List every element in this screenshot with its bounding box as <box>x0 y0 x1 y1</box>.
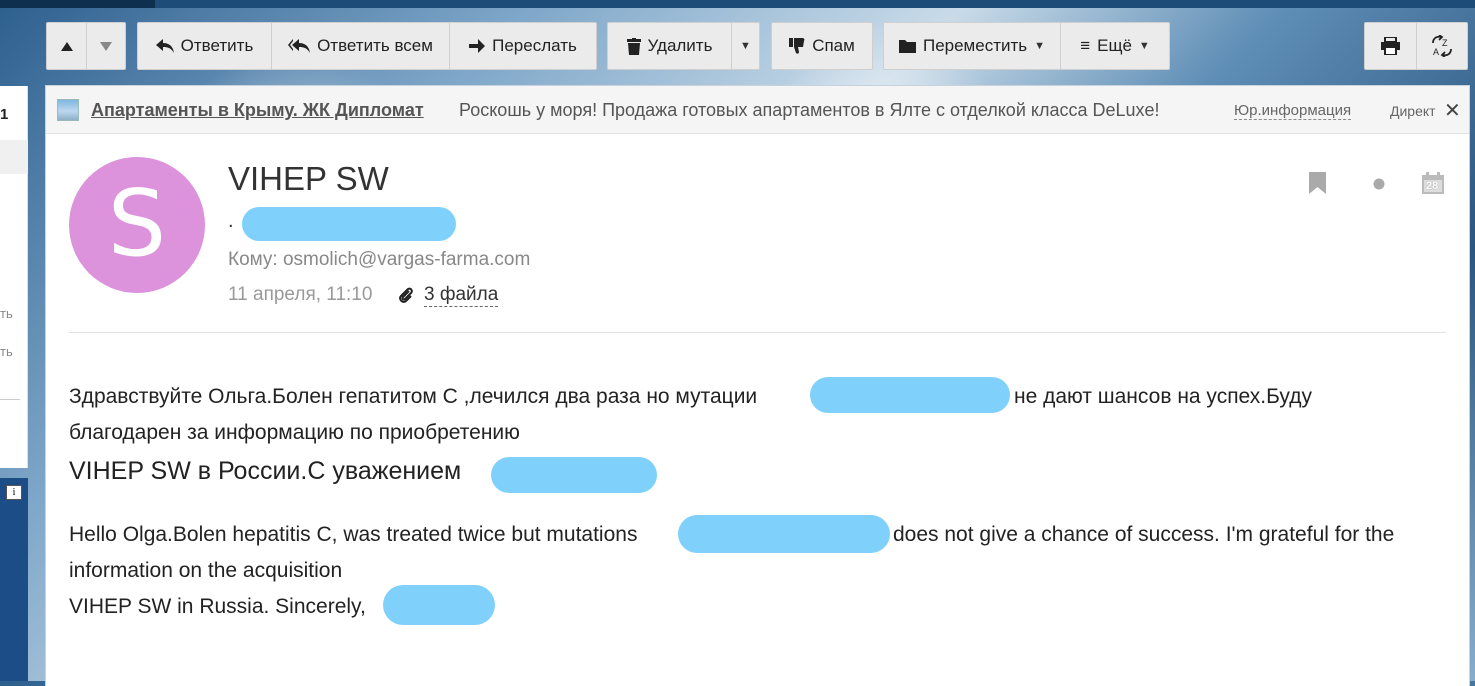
arrow-down-icon <box>100 41 112 51</box>
forward-icon <box>469 39 486 53</box>
body-en-line-1: Hello Olga.Bolen hepatitis C, was treate… <box>69 523 638 546</box>
reply-group: Ответить Ответить всем Переслать <box>137 22 597 70</box>
selected-folder[interactable] <box>0 140 28 174</box>
svg-text:A: A <box>1433 47 1439 57</box>
calendar-day: 28 <box>1426 180 1439 192</box>
translate-icon: ZA <box>1432 35 1452 57</box>
sender-address: . <box>228 210 234 233</box>
paperclip-icon <box>399 287 413 303</box>
mail-toolbar: Ответить Ответить всем Переслать Удалить… <box>0 22 1475 70</box>
spam-button[interactable]: Спам <box>772 23 872 69</box>
printer-icon <box>1381 37 1400 55</box>
body-text: Здравствуйте Ольга.Болен гепатитом С ,ле… <box>69 385 758 408</box>
body-text: не дают шансов на успех.Буду <box>1014 385 1312 408</box>
delete-dropdown-button[interactable]: ▼ <box>732 23 759 69</box>
message-panel: Апартаменты в Крыму. ЖК Дипломат Роскошь… <box>46 86 1469 686</box>
move-group: Переместить ▼ ≡ Ещё ▼ <box>883 22 1170 70</box>
thumbs-down-icon <box>789 38 805 54</box>
reply-all-button[interactable]: Ответить всем <box>272 23 450 69</box>
reply-all-icon <box>288 39 311 53</box>
ad-legal-link[interactable]: Юр.информация <box>1234 102 1352 120</box>
message-date: 11 апреля, 11:10 <box>228 284 373 305</box>
move-label: Переместить <box>922 36 1028 55</box>
svg-text:Z: Z <box>1442 38 1448 48</box>
redaction-mark <box>242 207 456 241</box>
navigation-group <box>46 22 126 70</box>
reply-label: Ответить <box>180 36 254 55</box>
bookmark-icon[interactable] <box>1309 172 1326 194</box>
folder-icon <box>898 40 916 53</box>
more-label: Ещё <box>1097 36 1132 55</box>
sidebar-ad-block: i <box>0 478 28 681</box>
ad-title-link[interactable]: Апартаменты в Крыму. ЖК Дипломат <box>91 100 424 121</box>
spam-label: Спам <box>812 36 855 55</box>
utility-group: ZA <box>1364 22 1468 70</box>
redaction-mark <box>678 515 890 553</box>
header-divider <box>69 332 1446 333</box>
folder-sidebar: 1 ть ть <box>0 86 28 468</box>
reply-button[interactable]: Ответить <box>138 23 272 69</box>
close-icon[interactable]: ✕ <box>1444 98 1461 123</box>
reply-all-label: Ответить всем <box>317 36 433 55</box>
recipient-line: Кому: osmolich@vargas-farma.com <box>228 249 531 270</box>
delete-label: Удалить <box>647 36 713 55</box>
arrow-up-icon <box>60 41 73 51</box>
ad-text[interactable]: Роскошь у моря! Продажа готовых апартаме… <box>459 100 1160 121</box>
chevron-down-icon: ▼ <box>1034 40 1046 52</box>
sender-prefix: . <box>228 210 234 232</box>
chevron-down-icon: ▼ <box>740 40 751 52</box>
trash-icon <box>626 37 641 55</box>
redaction-mark <box>810 377 1010 413</box>
chevron-down-icon: ▼ <box>1138 40 1150 52</box>
body-ru-line-1: Здравствуйте Ольга.Болен гепатитом С ,ле… <box>69 379 757 415</box>
sidebar-fragment[interactable]: ть <box>0 306 13 321</box>
more-button[interactable]: ≡ Ещё ▼ <box>1061 23 1169 69</box>
prev-message-button[interactable] <box>47 23 87 69</box>
attachments-link[interactable]: 3 файла <box>398 284 499 307</box>
reply-icon <box>155 39 174 53</box>
top-strip <box>0 0 1475 8</box>
redaction-mark <box>383 585 495 625</box>
ad-banner: Апартаменты в Крыму. ЖК Дипломат Роскошь… <box>46 86 1469 134</box>
next-message-button[interactable] <box>87 23 125 69</box>
calendar-icon[interactable]: 28 <box>1422 172 1444 194</box>
avatar: S <box>69 157 205 293</box>
ad-image-icon <box>57 99 79 121</box>
attachments-count: 3 файла <box>424 284 499 307</box>
body-ru-line-3: VIHEP SW в России.С уважением <box>69 457 462 485</box>
forward-label: Переслать <box>492 36 577 55</box>
ad-direct-label[interactable]: Директ <box>1390 103 1436 119</box>
redaction-mark <box>491 457 657 493</box>
sidebar-fragment[interactable]: ть <box>0 344 13 359</box>
delete-button[interactable]: Удалить <box>608 23 732 69</box>
translate-button[interactable]: ZA <box>1417 23 1467 69</box>
body-en-line-3: VIHEP SW in Russia. Sincerely, <box>69 595 366 618</box>
body-en-line-2: information on the acquisition <box>69 559 343 582</box>
sender-name[interactable]: VIHEP SW <box>228 160 389 198</box>
print-button[interactable] <box>1365 23 1417 69</box>
body-ru-line-2: благодарен за информацию по приобретению <box>69 421 520 444</box>
delete-group: Удалить ▼ <box>607 22 760 70</box>
body-ru-line-1b: не дают шансов на успех.Буду <box>1014 379 1312 415</box>
body-en-line-1b: does not give a chance of success. I'm g… <box>893 523 1395 546</box>
move-button[interactable]: Переместить ▼ <box>884 23 1061 69</box>
menu-icon: ≡ <box>1080 36 1091 55</box>
unread-dot-icon[interactable] <box>1373 178 1385 190</box>
unread-count: 1 <box>0 106 9 123</box>
info-icon[interactable]: i <box>6 485 22 500</box>
spam-group: Спам <box>771 22 873 70</box>
forward-button[interactable]: Переслать <box>450 23 596 69</box>
sidebar-divider <box>0 399 20 400</box>
